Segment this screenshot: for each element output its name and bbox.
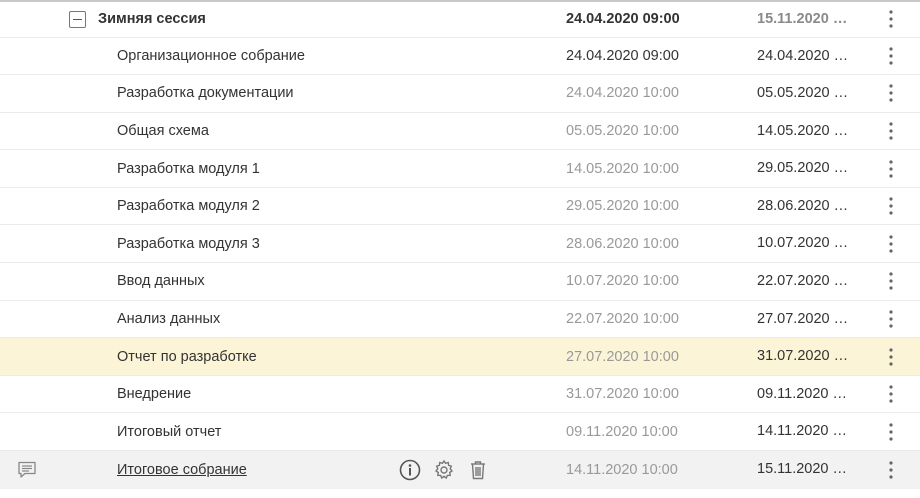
task-start-date: 31.07.2020 10:00 [566, 386, 679, 403]
kebab-menu-icon[interactable] [880, 2, 902, 37]
task-name: Внедрение [117, 386, 192, 403]
info-icon[interactable] [398, 458, 422, 482]
table-row[interactable]: Внедрение 31.07.2020 10:00 09.11.2020 10… [0, 376, 920, 414]
task-start-date: 05.05.2020 10:00 [566, 122, 679, 139]
comment-icon[interactable] [17, 461, 37, 479]
task-start-date: 14.05.2020 10:00 [566, 160, 679, 177]
group-end-date: 15.11.2020 10:00 [757, 11, 853, 27]
task-name: Разработка модуля 3 [117, 235, 260, 252]
table-row[interactable]: Разработка документации 24.04.2020 10:00… [0, 75, 920, 113]
task-start-date: 24.04.2020 10:00 [566, 85, 679, 102]
task-start-date: 27.07.2020 10:00 [566, 348, 679, 365]
task-start-date: 29.05.2020 10:00 [566, 198, 679, 215]
task-name-link[interactable]: Итоговое собрание [117, 451, 247, 489]
task-name: Разработка документации [117, 85, 294, 102]
table-row[interactable]: Анализ данных 22.07.2020 10:00 27.07.202… [0, 301, 920, 339]
table-row-highlighted[interactable]: Отчет по разработке 27.07.2020 10:00 31.… [0, 338, 920, 376]
table-row[interactable]: Разработка модуля 1 14.05.2020 10:00 29.… [0, 150, 920, 188]
task-name: Анализ данных [117, 310, 221, 327]
kebab-menu-icon[interactable] [880, 150, 902, 187]
table-row-hovered[interactable]: Итоговое собрание 14.11.2020 10:00 15.11… [0, 451, 920, 490]
gear-icon[interactable] [432, 458, 456, 482]
table-row[interactable]: Общая схема 05.05.2020 10:00 14.05.2020 … [0, 113, 920, 151]
kebab-menu-icon[interactable] [880, 413, 902, 450]
task-name[interactable]: Итоговое собрание [117, 462, 247, 478]
task-start-date: 28.06.2020 10:00 [566, 235, 679, 252]
task-start-date: 22.07.2020 10:00 [566, 310, 679, 327]
kebab-menu-icon[interactable] [880, 113, 902, 150]
kebab-menu-icon[interactable] [880, 38, 902, 75]
kebab-menu-icon[interactable] [880, 451, 902, 489]
table-row[interactable]: Разработка модуля 2 29.05.2020 10:00 28.… [0, 188, 920, 226]
group-row[interactable]: Зимняя сессия 24.04.2020 09:00 15.11.202… [0, 2, 920, 38]
task-end-date: 15.11.2020 10:00 [757, 461, 853, 478]
kebab-menu-icon[interactable] [880, 225, 902, 262]
task-end-date: 14.05.2020 10:00 [757, 122, 853, 139]
task-name: Ввод данных [117, 273, 205, 290]
task-start-date: 09.11.2020 10:00 [566, 423, 678, 440]
kebab-menu-icon[interactable] [880, 75, 902, 112]
task-name: Отчет по разработке [117, 348, 257, 365]
task-end-date: 28.06.2020 10:00 [757, 197, 853, 214]
task-end-date: 29.05.2020 10:00 [757, 160, 853, 177]
kebab-menu-icon[interactable] [880, 301, 902, 338]
kebab-menu-icon[interactable] [880, 263, 902, 300]
trash-icon[interactable] [466, 458, 490, 482]
task-name: Организационное собрание [117, 47, 305, 64]
group-name: Зимняя сессия [98, 11, 206, 28]
task-end-date: 10.07.2020 10:00 [757, 235, 853, 252]
task-start-date: 10.07.2020 10:00 [566, 273, 679, 290]
task-end-date: 14.11.2020 10:00 [757, 423, 853, 440]
kebab-menu-icon[interactable] [880, 338, 902, 375]
task-end-date: 31.07.2020 10:00 [757, 348, 853, 365]
task-end-date: 05.05.2020 10:00 [757, 85, 853, 102]
task-start-date: 24.04.2020 09:00 [566, 47, 679, 64]
task-name: Общая схема [117, 122, 209, 139]
collapse-minus-icon[interactable] [69, 11, 86, 28]
row-tools [398, 451, 490, 489]
group-start-date: 24.04.2020 09:00 [566, 11, 680, 28]
task-name: Разработка модуля 2 [117, 198, 260, 215]
task-end-date: 22.07.2020 10:00 [757, 273, 853, 290]
task-end-date: 09.11.2020 10:00 [757, 385, 853, 402]
table-row[interactable]: Организационное собрание 24.04.2020 09:0… [0, 38, 920, 76]
kebab-menu-icon[interactable] [880, 188, 902, 225]
kebab-menu-icon[interactable] [880, 376, 902, 413]
task-end-date: 27.07.2020 10:00 [757, 310, 853, 327]
table-row[interactable]: Разработка модуля 3 28.06.2020 10:00 10.… [0, 225, 920, 264]
table-row[interactable]: Ввод данных 10.07.2020 10:00 22.07.2020 … [0, 263, 920, 301]
task-end-date: 24.04.2020 10:00 [757, 47, 853, 64]
task-table: Зимняя сессия 24.04.2020 09:00 15.11.202… [0, 0, 920, 498]
task-start-date: 14.11.2020 10:00 [566, 462, 678, 479]
task-name: Итоговый отчет [117, 423, 222, 440]
table-row[interactable]: Итоговый отчет 09.11.2020 10:00 14.11.20… [0, 413, 920, 452]
task-name: Разработка модуля 1 [117, 160, 260, 177]
